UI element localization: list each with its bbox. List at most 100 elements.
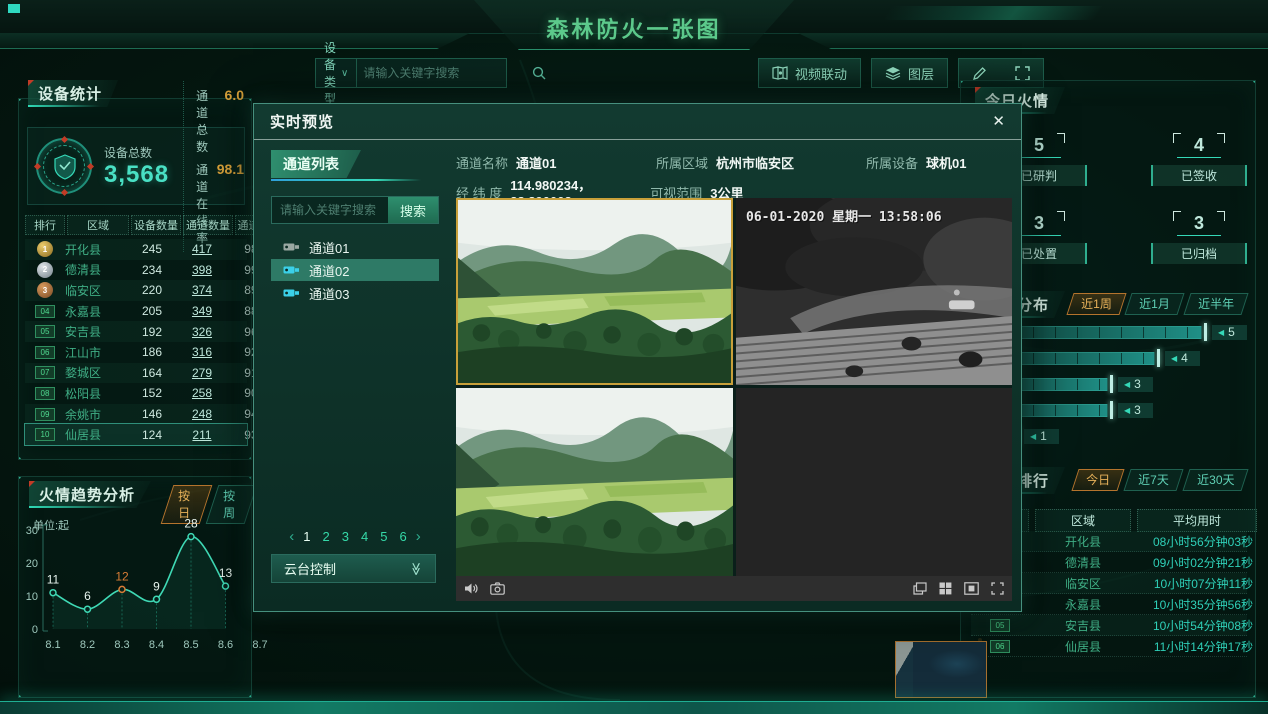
next-page-arrow[interactable]: › xyxy=(416,528,421,545)
region-label: 所属区域 xyxy=(656,153,708,172)
page-number-3[interactable]: 3 xyxy=(342,529,349,544)
channel-search-input[interactable] xyxy=(272,197,388,223)
channels-link[interactable]: 248 xyxy=(177,407,227,421)
channel-list-item[interactable]: 通道02 xyxy=(271,259,439,281)
video-pane-2-thermal[interactable]: 06-01-2020 星期一 13:58:06 xyxy=(736,198,1012,385)
page-number-4[interactable]: 4 xyxy=(361,529,368,544)
chevron-down-icon: ∨ xyxy=(341,68,348,79)
area-cell: 临安区 xyxy=(1035,575,1131,592)
layers-button[interactable]: 图层 xyxy=(871,58,948,88)
shield-icon xyxy=(54,154,76,180)
col-rank: 排行 xyxy=(25,215,65,235)
device-type-dropdown[interactable]: 设备类型 ∨ xyxy=(316,59,357,87)
mini-map[interactable] xyxy=(895,641,987,698)
tab-last-week[interactable]: 近1周 xyxy=(1066,293,1126,315)
speaker-icon[interactable] xyxy=(464,582,478,595)
channels-link[interactable]: 211 xyxy=(177,428,227,442)
channel-search-button[interactable]: 搜索 xyxy=(388,197,438,223)
bar-end-tick xyxy=(1157,349,1160,367)
layers-label: 图层 xyxy=(908,64,934,83)
page-number-5[interactable]: 5 xyxy=(380,529,387,544)
table-row[interactable]: 06江山市18631692.15% xyxy=(25,342,247,363)
rank-badge-wrap: 04 xyxy=(25,305,65,318)
left-triangle-icon: ◀ xyxy=(1124,406,1130,415)
channel-search-bar: 搜索 xyxy=(271,196,439,224)
grid-layout-icon[interactable] xyxy=(939,582,952,595)
rank-badge-wrap: 07 xyxy=(25,366,65,379)
table-row[interactable]: 3临安区22037489.62% xyxy=(25,280,247,301)
svg-text:9: 9 xyxy=(153,579,160,593)
page-number-1[interactable]: 1 xyxy=(303,529,310,544)
channels-link[interactable]: 374 xyxy=(177,283,227,297)
app-header: 森林防火一张图 xyxy=(0,0,1268,52)
stat-signed-label: 已签收 xyxy=(1151,165,1247,186)
page-number-2[interactable]: 2 xyxy=(323,529,330,544)
channels-link[interactable]: 279 xyxy=(177,366,227,380)
snapshot-icon[interactable] xyxy=(490,582,505,595)
bar-value: 1 xyxy=(1040,429,1047,443)
table-row[interactable]: 09余姚市14624894.53% xyxy=(25,404,247,425)
area-cell: 开化县 xyxy=(1035,533,1131,550)
channels-link[interactable]: 258 xyxy=(177,386,227,400)
search-icon[interactable] xyxy=(524,66,554,80)
video-fullscreen-icon[interactable] xyxy=(991,582,1004,595)
devices-cell: 205 xyxy=(127,304,177,318)
bar-value: 3 xyxy=(1134,403,1141,417)
video-linkage-button[interactable]: 视频联动 xyxy=(758,58,861,88)
table-row[interactable]: 08松阳县15225890.86% xyxy=(25,383,247,404)
tab-last-month[interactable]: 近1月 xyxy=(1125,293,1185,315)
live-preview-modal: 实时预览 ✕ 通道列表 搜索 通道01通道02通道03 ‹ 123456 › 云… xyxy=(253,103,1022,612)
devices-cell: 192 xyxy=(127,325,177,339)
channel-total-label: 通道总数 xyxy=(196,87,216,155)
video-pane-3[interactable] xyxy=(456,388,733,576)
channels-link[interactable]: 349 xyxy=(177,304,227,318)
close-icon[interactable]: ✕ xyxy=(992,114,1005,129)
fullscreen-icon[interactable] xyxy=(1015,66,1030,81)
ptz-control-label: 云台控制 xyxy=(284,559,336,578)
table-row[interactable]: 05安吉县19232696.12% xyxy=(25,321,247,342)
svg-text:8.1: 8.1 xyxy=(45,639,60,651)
video-pane-1-selected[interactable] xyxy=(456,198,733,385)
prev-page-arrow[interactable]: ‹ xyxy=(289,528,294,545)
modal-header: 实时预览 ✕ xyxy=(254,104,1021,140)
table-row[interactable]: 2德清县23439899.23% xyxy=(25,260,247,281)
area-cell: 江山市 xyxy=(65,344,127,361)
duplicate-icon[interactable] xyxy=(913,582,927,595)
channels-link[interactable]: 398 xyxy=(177,263,227,277)
pencil-icon[interactable] xyxy=(972,66,987,81)
bar-value-chip: ◀3 xyxy=(1118,403,1153,418)
avg-time-cell: 11小时14分钟17秒 xyxy=(1137,638,1257,655)
channels-link[interactable]: 326 xyxy=(177,325,227,339)
stat-handled-value: 3 xyxy=(1017,213,1061,236)
table-row[interactable]: 07婺城区16427991.67% xyxy=(25,363,247,384)
video-pane-4-empty[interactable] xyxy=(736,388,1012,576)
pagination: ‹ 123456 › xyxy=(271,528,439,545)
table-row[interactable]: 04永嘉县20534988.16% xyxy=(25,301,247,322)
ptz-control-toggle[interactable]: 云台控制 ≫ xyxy=(271,554,436,583)
page-number-6[interactable]: 6 xyxy=(399,529,406,544)
efficiency-row[interactable]: 06仙居县11小时14分钟17秒 xyxy=(971,636,1247,657)
tab-last-30-days[interactable]: 近30天 xyxy=(1182,469,1249,491)
table-row[interactable]: 1开化县24541798.12% xyxy=(25,239,247,260)
region-value: 杭州市临安区 xyxy=(716,153,866,172)
layers-icon xyxy=(885,66,901,80)
efficiency-row[interactable]: 05安吉县10小时54分钟08秒 xyxy=(971,615,1247,636)
channels-link[interactable]: 417 xyxy=(177,242,227,256)
svg-text:30: 30 xyxy=(26,525,38,537)
table-row[interactable]: 10仙居县12421193.26% xyxy=(25,424,247,445)
avg-time-cell: 08小时56分钟03秒 xyxy=(1137,533,1257,550)
page-numbers: 123456 xyxy=(303,529,406,544)
channel-list-item[interactable]: 通道03 xyxy=(271,282,439,304)
single-view-icon[interactable] xyxy=(964,582,979,595)
svg-text:28: 28 xyxy=(184,517,198,531)
rank-badge-wrap: 10 xyxy=(25,428,65,441)
stat-judged-value: 5 xyxy=(1017,135,1061,158)
channel-list-item[interactable]: 通道01 xyxy=(271,236,439,258)
tab-last-half-year[interactable]: 近半年 xyxy=(1183,293,1248,315)
keyword-search-input[interactable] xyxy=(357,59,524,87)
tab-today[interactable]: 今日 xyxy=(1071,469,1124,491)
channel-name-label: 通道名称 xyxy=(456,153,508,172)
tab-last-7-days[interactable]: 近7天 xyxy=(1123,469,1183,491)
channels-link[interactable]: 316 xyxy=(177,345,227,359)
trend-chart-svg: 01020308.18.28.38.48.58.68.71161292813 xyxy=(21,501,271,659)
